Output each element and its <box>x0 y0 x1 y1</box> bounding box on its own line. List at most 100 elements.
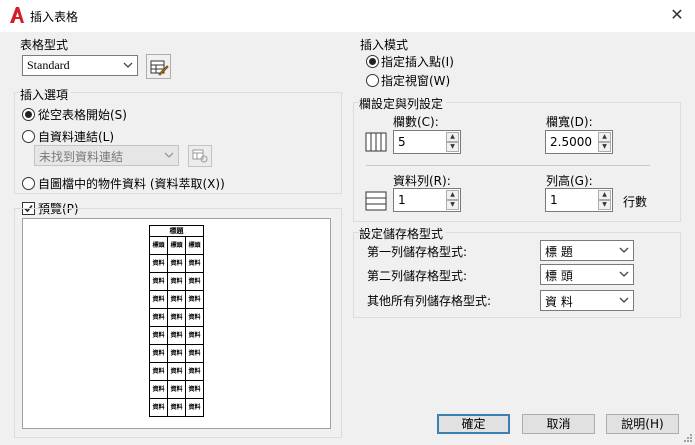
spin-up-icon[interactable]: ▲ <box>598 190 611 200</box>
preview-data-row: 資料 資料 資料 <box>149 272 204 291</box>
help-button[interactable]: 說明(H) <box>606 414 679 434</box>
chevron-down-icon <box>123 62 133 68</box>
cell-styles-label: 設定儲存格型式 <box>359 225 447 242</box>
preview-data-row: 資料 資料 資料 <box>149 344 204 363</box>
radio-data-link[interactable] <box>22 130 35 143</box>
preview-data-row: 資料 資料 資料 <box>149 362 204 381</box>
radio-insert-point[interactable] <box>366 55 379 68</box>
preview-data-row: 資料 資料 資料 <box>149 290 204 309</box>
first-row-style-dropdown[interactable]: 標 題 <box>540 240 634 261</box>
spin-down-icon[interactable]: ▼ <box>446 200 459 210</box>
preview-data-row: 資料 資料 資料 <box>149 326 204 345</box>
preview-pane: 標題 標頭 標頭 標頭 資料 資料 資料 資料 資料 資料 資料 資料 資料 資料 資料 資料 資料 資料 資料 資料… <box>22 218 331 429</box>
close-icon[interactable]: ✕ <box>666 4 688 26</box>
ok-button[interactable]: 確定 <box>437 414 510 434</box>
data-link-manager-button[interactable] <box>188 145 212 167</box>
preview-cell: 資料 <box>167 254 186 273</box>
second-row-style-dropdown[interactable]: 標 頭 <box>540 264 634 285</box>
preview-cell: 標題 <box>149 225 204 237</box>
preview-cell: 資料 <box>167 398 186 417</box>
spin-up-icon[interactable]: ▲ <box>446 132 459 142</box>
row-height-label: 列高(G): <box>546 174 593 188</box>
rows-icon <box>365 191 387 211</box>
preview-cell: 資料 <box>149 326 168 345</box>
preview-cell: 資料 <box>167 290 186 309</box>
preview-cell: 資料 <box>167 326 186 345</box>
preview-cell: 資料 <box>185 272 204 291</box>
radio-start-empty-label[interactable]: 從空表格開始(S) <box>38 106 127 123</box>
resize-grip-icon[interactable] <box>682 432 693 443</box>
preview-cell: 資料 <box>185 308 204 327</box>
spin-down-icon[interactable]: ▼ <box>598 200 611 210</box>
chevron-down-icon <box>619 297 629 303</box>
spin-down-icon[interactable]: ▼ <box>598 142 611 152</box>
preview-cell: 資料 <box>149 272 168 291</box>
preview-cell: 資料 <box>149 254 168 273</box>
data-rows-value: 1 <box>398 193 406 207</box>
divider <box>366 165 650 166</box>
columns-label: 欄數(C): <box>393 115 439 129</box>
insert-mode-label: 插入模式 <box>360 38 409 52</box>
table-style-label: 表格型式 <box>20 38 69 52</box>
preview-cell: 資料 <box>149 344 168 363</box>
table-style-edit-button[interactable] <box>146 54 171 79</box>
preview-cell: 資料 <box>185 344 204 363</box>
preview-data-row: 資料 資料 資料 <box>149 380 204 399</box>
spin-up-icon[interactable]: ▲ <box>446 190 459 200</box>
preview-cell: 資料 <box>185 398 204 417</box>
radio-window[interactable] <box>366 74 379 87</box>
chevron-down-icon <box>619 271 629 277</box>
row-height-input[interactable]: 1 ▲ ▼ <box>545 188 613 212</box>
radio-data-link-label[interactable]: 自資料連結(L) <box>38 128 114 145</box>
preview-cell: 資料 <box>167 308 186 327</box>
spin-up-icon[interactable]: ▲ <box>598 132 611 142</box>
first-row-style-value: 標 題 <box>545 245 573 259</box>
col-width-label: 欄寬(D): <box>546 115 593 129</box>
chevron-down-icon <box>164 152 174 158</box>
preview-cell: 資料 <box>149 308 168 327</box>
preview-cell: 標頭 <box>149 236 168 255</box>
preview-data-row: 資料 資料 資料 <box>149 398 204 417</box>
preview-cell: 資料 <box>167 362 186 381</box>
columns-value: 5 <box>398 135 406 149</box>
other-rows-style-dropdown[interactable]: 資 料 <box>540 290 634 311</box>
col-width-input[interactable]: 2.5000 ▲ ▼ <box>545 130 613 154</box>
data-rows-label: 資料列(R): <box>393 174 451 188</box>
preview-cell: 資料 <box>167 380 186 399</box>
preview-cell: 資料 <box>185 290 204 309</box>
radio-start-empty[interactable] <box>22 108 35 121</box>
second-row-style-value: 標 頭 <box>545 269 573 283</box>
autocad-logo-icon <box>10 7 24 23</box>
row-height-value: 1 <box>550 193 558 207</box>
data-link-dropdown[interactable]: 未找到資料連結 <box>34 145 179 166</box>
preview-cell: 資料 <box>167 344 186 363</box>
chevron-down-icon <box>619 247 629 253</box>
title-bar: 插入表格 ✕ <box>0 0 695 32</box>
columns-input[interactable]: 5 ▲ ▼ <box>393 130 461 154</box>
radio-insert-point-label[interactable]: 指定插入點(I) <box>381 53 454 70</box>
spin-down-icon[interactable]: ▼ <box>446 142 459 152</box>
radio-window-label[interactable]: 指定視窗(W) <box>381 72 450 89</box>
cancel-button[interactable]: 取消 <box>522 414 595 434</box>
table-style-value: Standard <box>27 58 70 72</box>
preview-cell: 資料 <box>149 398 168 417</box>
window-title: 插入表格 <box>30 10 79 24</box>
col-row-label: 欄設定與列設定 <box>359 95 447 112</box>
preview-data-row: 資料 資料 資料 <box>149 254 204 273</box>
preview-data-row: 資料 資料 資料 <box>149 308 204 327</box>
preview-header-row: 標頭 標頭 標頭 <box>149 236 204 255</box>
data-link-icon <box>192 149 208 163</box>
preview-cell: 資料 <box>149 380 168 399</box>
table-style-dropdown[interactable]: Standard <box>22 55 138 76</box>
other-rows-style-value: 資 料 <box>545 295 573 309</box>
preview-cell: 資料 <box>149 362 168 381</box>
radio-object-data-label[interactable]: 自圖檔中的物件資料 (資料萃取(X)) <box>38 175 225 192</box>
radio-object-data[interactable] <box>22 177 35 190</box>
preview-title-row: 標題 <box>149 225 204 237</box>
preview-cell: 標頭 <box>167 236 186 255</box>
data-link-value: 未找到資料連結 <box>39 150 124 164</box>
row-height-unit: 行數 <box>623 195 648 209</box>
table-edit-icon <box>150 60 169 76</box>
data-rows-input[interactable]: 1 ▲ ▼ <box>393 188 461 212</box>
preview-cell: 標頭 <box>185 236 204 255</box>
